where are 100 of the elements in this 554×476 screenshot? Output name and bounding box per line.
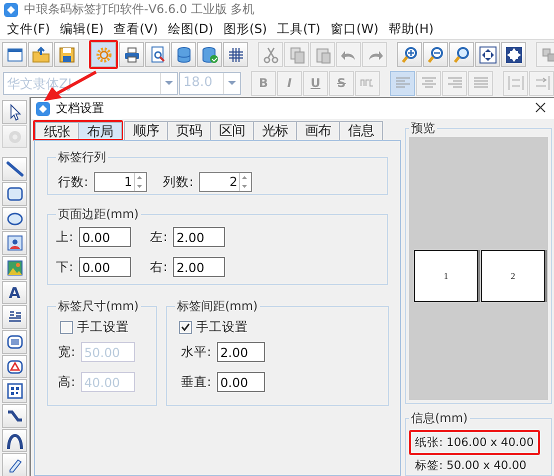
portrait-icon xyxy=(6,234,24,252)
input-field[interactable]: 0.00 xyxy=(79,227,132,247)
barcode-icon xyxy=(6,332,24,351)
arc-button[interactable] xyxy=(2,428,27,452)
zoom-out-icon xyxy=(426,46,444,64)
tab[interactable]: 纸张 xyxy=(35,122,79,139)
database-check-button[interactable] xyxy=(197,42,222,67)
tab[interactable]: 布局 xyxy=(78,122,122,139)
input-field[interactable]: 2.00 xyxy=(173,257,226,277)
check-icon xyxy=(180,322,191,333)
magnifier-icon xyxy=(452,46,470,64)
grid-icon xyxy=(226,46,244,64)
text-lines-button[interactable] xyxy=(2,305,27,330)
triangle-button[interactable] xyxy=(2,354,27,378)
tab[interactable]: 区间 xyxy=(210,121,254,140)
group-title: 标签行列 xyxy=(57,149,107,166)
info-text: 纸张: 106.00 x 40.00 xyxy=(415,435,534,450)
database-check-icon xyxy=(200,46,218,64)
settings-icon xyxy=(94,46,112,64)
image-button[interactable] xyxy=(2,256,27,280)
dialog-icon xyxy=(35,100,51,116)
text-tool-button[interactable]: A xyxy=(2,280,27,304)
tab[interactable]: 光标 xyxy=(253,121,297,140)
group-title: 页面边距(mm) xyxy=(57,206,140,223)
label-preview: 2 xyxy=(481,250,545,302)
print-preview-icon xyxy=(148,46,166,64)
menu-item[interactable]: 文件(F) xyxy=(2,20,55,38)
zoom-in-button[interactable] xyxy=(397,42,422,67)
save-icon xyxy=(58,46,76,64)
pencil-button[interactable] xyxy=(2,453,27,476)
field-label: 列数: xyxy=(163,174,194,190)
rounded-rectangle-button[interactable] xyxy=(2,182,27,206)
window-button[interactable] xyxy=(2,42,27,67)
menu-item[interactable]: 编辑(E) xyxy=(54,20,109,38)
print-preview-button[interactable] xyxy=(145,42,170,67)
database-button[interactable] xyxy=(171,42,196,67)
tab[interactable]: 画布 xyxy=(296,121,340,140)
zoom-in-icon xyxy=(400,46,418,64)
arc-icon xyxy=(6,432,24,450)
close-icon xyxy=(534,102,546,113)
group-title: 信息(mm) xyxy=(410,410,469,427)
menu-item[interactable]: 帮助(H) xyxy=(384,20,439,38)
dropdown-arrow-icon xyxy=(228,81,236,85)
tab[interactable]: 信息 xyxy=(339,121,383,140)
zoom-out-button[interactable] xyxy=(423,42,448,67)
menu-item[interactable]: 窗口(W) xyxy=(325,20,384,38)
menu-item[interactable]: 工具(T) xyxy=(272,20,326,38)
field-label: 右: xyxy=(150,258,168,276)
field-label: 左: xyxy=(150,228,168,246)
manual-checkbox[interactable]: 手工设置 xyxy=(179,319,248,336)
group-title: 标签尺寸(mm) xyxy=(57,298,140,315)
info-text: 标签: 50.00 x 40.00 xyxy=(415,458,526,473)
tab[interactable]: 顺序 xyxy=(124,121,168,140)
fit-page-icon xyxy=(504,46,522,64)
menu-item[interactable]: 绘图(D) xyxy=(162,20,218,38)
spin-field[interactable]: 1 xyxy=(94,172,148,192)
magnifier-button[interactable] xyxy=(449,42,474,67)
line-icon xyxy=(6,160,24,178)
field-label: 下: xyxy=(56,258,74,276)
spin-field[interactable]: 2 xyxy=(199,172,252,192)
qr-code-button[interactable] xyxy=(2,379,27,404)
group-title: 预览 xyxy=(410,120,436,137)
window-icon xyxy=(6,46,24,64)
distribute-icon xyxy=(506,74,524,92)
portrait-button[interactable] xyxy=(2,231,27,256)
printer-button[interactable] xyxy=(119,42,144,67)
field-label: 宽: xyxy=(58,344,76,360)
input-field[interactable]: 0.00 xyxy=(79,257,132,277)
input-field[interactable]: 0.00 xyxy=(217,372,266,392)
dialog-title: 文档设置 xyxy=(56,100,105,117)
tab[interactable]: 页码 xyxy=(167,121,211,140)
align-button[interactable] xyxy=(442,70,467,96)
save-button[interactable] xyxy=(54,42,79,67)
field-label: 垂直: xyxy=(181,374,212,390)
copy-icon xyxy=(288,46,306,64)
layers-icon xyxy=(540,46,554,64)
input-field[interactable]: 2.00 xyxy=(217,342,266,362)
database-icon xyxy=(174,46,192,64)
field-label: 高: xyxy=(58,374,76,390)
folder-button[interactable] xyxy=(28,42,53,67)
manual-checkbox[interactable]: 手工设置 xyxy=(60,319,129,336)
field-label: 水平: xyxy=(181,344,212,360)
pointer-button[interactable] xyxy=(2,100,27,124)
label-preview: 1 xyxy=(414,250,478,302)
fit-button[interactable] xyxy=(475,42,500,67)
align-button[interactable] xyxy=(416,70,441,96)
ellipse-button[interactable] xyxy=(2,206,27,230)
menu-item[interactable]: 查看(V) xyxy=(108,20,163,38)
curve-button[interactable] xyxy=(2,404,27,428)
field-label: 行数: xyxy=(58,174,88,190)
input-field[interactable]: 2.00 xyxy=(173,227,226,247)
line-button[interactable] xyxy=(2,157,27,182)
image-icon xyxy=(6,258,24,277)
fit-page-button[interactable] xyxy=(501,42,526,67)
window-title: 中琅条码标签打印软件-V6.6.0 工业版 多机 xyxy=(24,1,255,18)
qr-code-icon xyxy=(6,382,24,400)
barcode-button[interactable] xyxy=(2,330,27,354)
menu-item[interactable]: 图形(S) xyxy=(218,20,272,38)
rounded-rectangle-icon xyxy=(6,184,24,203)
grid-button[interactable] xyxy=(223,42,248,67)
